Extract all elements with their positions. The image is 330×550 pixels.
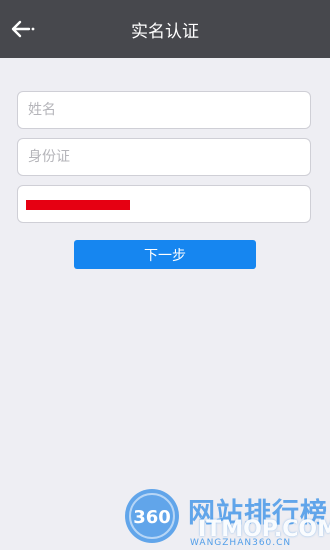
watermark-logo-text: 360	[133, 507, 171, 528]
id-card-field[interactable]	[17, 138, 311, 176]
name-input[interactable]	[18, 92, 310, 128]
watermark-url: WANGZHAN360.CN	[190, 538, 292, 548]
next-step-button[interactable]: 下一步	[74, 240, 256, 269]
redaction-bar	[26, 200, 130, 210]
redacted-field[interactable]	[17, 185, 311, 223]
name-field[interactable]	[17, 91, 311, 129]
id-card-input[interactable]	[18, 139, 310, 175]
page-title: 实名认证	[131, 22, 199, 42]
watermark-logo-icon: 360	[125, 489, 179, 543]
title-bar: 实名认证	[0, 0, 330, 58]
